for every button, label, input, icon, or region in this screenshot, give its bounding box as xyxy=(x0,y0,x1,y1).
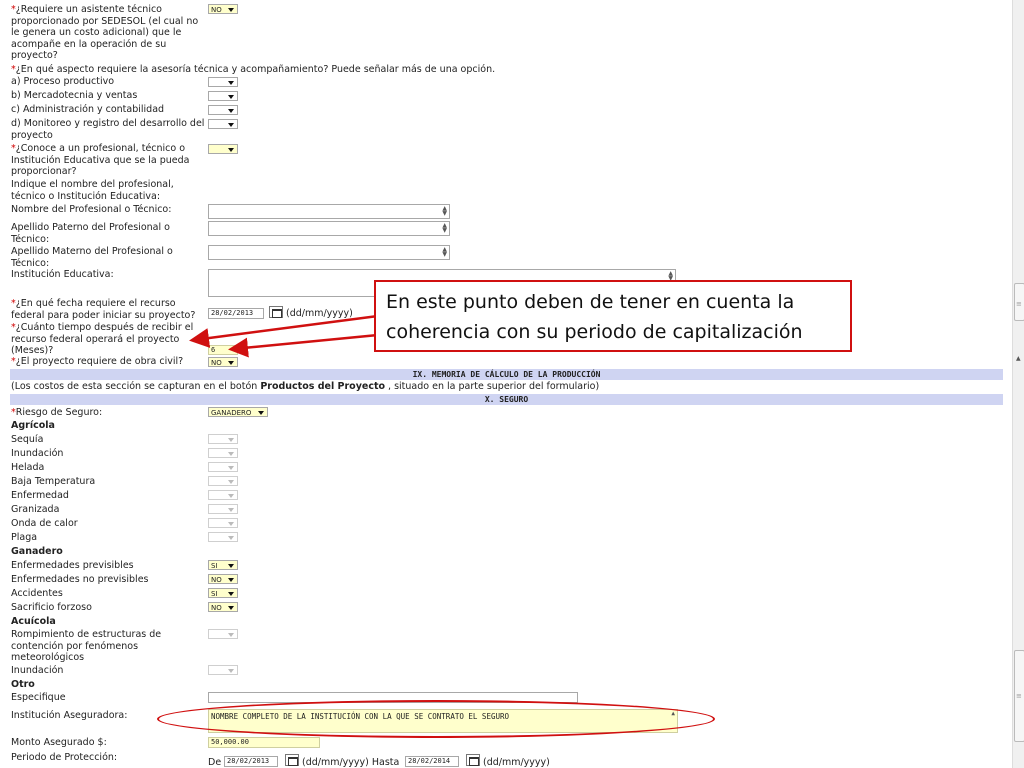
scroll-up-icon[interactable]: ▲ xyxy=(1016,355,1021,362)
apellido-mat-input[interactable]: ▲ ▼ xyxy=(208,245,450,260)
agricola-item-select[interactable] xyxy=(208,518,238,528)
periodo-hasta-input[interactable]: 28/02/2014 xyxy=(405,756,459,767)
q-asistente-label: *¿Requiere un asistente técnico proporci… xyxy=(11,4,199,61)
monto-label: Monto Asegurado $: xyxy=(11,737,107,748)
seguro-section-header: X. SEGURO xyxy=(10,394,1003,405)
ganadero-heading: Ganadero xyxy=(11,546,63,557)
q-fecha-label: *¿En qué fecha requiere el recurso feder… xyxy=(11,298,196,321)
agricola-item-select[interactable] xyxy=(208,490,238,500)
opt-b-label: b) Mercadotecnia y ventas xyxy=(11,90,138,101)
annotation-callout: En este punto deben de tener en cuenta l… xyxy=(374,280,852,352)
institucion-edu-label: Institución Educativa: xyxy=(11,269,114,280)
arrow-to-input xyxy=(228,333,379,358)
monto-input[interactable]: 50,000.00 xyxy=(208,737,320,748)
nombre-prof-input[interactable]: ▲ ▼ xyxy=(208,204,450,219)
agricola-heading: Agrícola xyxy=(11,420,55,431)
calendar-icon[interactable] xyxy=(269,306,283,318)
agricola-item-select[interactable] xyxy=(208,434,238,444)
memoria-note: (Los costos de esta sección se capturan … xyxy=(11,381,600,392)
arrow-to-question xyxy=(189,314,379,348)
apellido-pat-label: Apellido Paterno del Profesional o Técni… xyxy=(11,222,170,245)
opt-b-select[interactable] xyxy=(208,91,238,101)
agricola-item-select[interactable] xyxy=(208,532,238,542)
agricola-item-label: Granizada xyxy=(11,504,60,515)
spinner-icon: ▲ ▼ xyxy=(442,222,447,234)
q-tiempo-label: *¿Cuánto tiempo después de recibir el re… xyxy=(11,322,194,355)
agricola-item-label: Sequía xyxy=(11,434,44,445)
opt-a-select[interactable] xyxy=(208,77,238,87)
agricola-item-label: Onda de calor xyxy=(11,518,78,529)
asistente-select[interactable]: NO xyxy=(208,4,238,14)
periodo-de-input[interactable]: 28/02/2013 xyxy=(224,756,278,767)
nombre-prof-label: Nombre del Profesional o Técnico: xyxy=(11,204,172,215)
riesgo-select[interactable]: GANADERO xyxy=(208,407,268,417)
acuicola-heading: Acuícola xyxy=(11,616,56,627)
tiempo-input[interactable]: 6 xyxy=(208,345,238,355)
annotation-oval xyxy=(157,700,715,738)
aseguradora-label: Institución Aseguradora: xyxy=(11,710,128,721)
ganadero-item-select[interactable]: NO xyxy=(208,574,238,584)
acuicola-item-select[interactable] xyxy=(208,629,238,639)
especifique-label: Especifique xyxy=(11,692,66,703)
agricola-item-label: Enfermedad xyxy=(11,490,69,501)
agricola-item-select[interactable] xyxy=(208,448,238,458)
opt-d-label: d) Monitoreo y registro del desarrollo d… xyxy=(11,118,205,141)
ganadero-item-select[interactable]: SI xyxy=(208,560,238,570)
q-obra-label: *¿El proyecto requiere de obra civil? xyxy=(11,356,184,367)
hasta-hint: (dd/mm/yyyy) xyxy=(483,757,550,768)
calendar-icon[interactable] xyxy=(285,754,299,766)
ganadero-item-label: Accidentes xyxy=(11,588,63,599)
scrollbar-thumb[interactable] xyxy=(1014,650,1024,742)
acuicola-item-select[interactable] xyxy=(208,665,238,675)
vertical-scrollbar[interactable]: ▲ xyxy=(1012,0,1024,768)
opt-c-label: c) Administración y contabilidad xyxy=(11,104,165,115)
form-page: *¿Requiere un asistente técnico proporci… xyxy=(0,0,1010,768)
obra-select[interactable]: NO xyxy=(208,357,238,367)
ganadero-item-label: Enfermedades previsibles xyxy=(11,560,134,571)
scrollbar-thumb[interactable] xyxy=(1014,283,1024,321)
conoce-select[interactable] xyxy=(208,144,238,154)
agricola-item-label: Helada xyxy=(11,462,45,473)
ganadero-item-label: Sacrificio forzoso xyxy=(11,602,92,613)
q-conoce-label: *¿Conoce a un profesional, técnico o Ins… xyxy=(11,143,190,177)
hasta-label: (dd/mm/yyyy) Hasta xyxy=(302,757,400,768)
opt-a-label: a) Proceso productivo xyxy=(11,76,115,87)
fecha-hint: (dd/mm/yyyy) xyxy=(286,308,353,319)
periodo-label: Periodo de Protección: xyxy=(11,752,118,763)
fecha-input[interactable]: 28/02/2013 xyxy=(208,308,264,319)
spinner-icon: ▲ ▼ xyxy=(442,246,447,258)
acuicola-item-label: Inundación xyxy=(11,665,64,676)
agricola-item-select[interactable] xyxy=(208,462,238,472)
agricola-item-select[interactable] xyxy=(208,476,238,486)
agricola-item-label: Plaga xyxy=(11,532,38,543)
apellido-pat-input[interactable]: ▲ ▼ xyxy=(208,221,450,236)
ganadero-item-label: Enfermedades no previsibles xyxy=(11,574,149,585)
indique-label: Indique el nombre del profesional, técni… xyxy=(11,179,174,202)
acuicola-item-label: Rompimiento de estructuras de contención… xyxy=(11,629,162,663)
ganadero-item-select[interactable]: NO xyxy=(208,602,238,612)
memoria-section-header: IX. MEMORIA DE CÁLCULO DE LA PRODUCCIÓN xyxy=(10,369,1003,380)
de-label: De xyxy=(208,757,222,768)
opt-c-select[interactable] xyxy=(208,105,238,115)
apellido-mat-label: Apellido Materno del Profesional o Técni… xyxy=(11,246,173,269)
ganadero-item-select[interactable]: SI xyxy=(208,588,238,598)
agricola-item-label: Baja Temperatura xyxy=(11,476,96,487)
opt-d-select[interactable] xyxy=(208,119,238,129)
otro-heading: Otro xyxy=(11,679,35,690)
spinner-icon: ▲ ▼ xyxy=(442,205,447,217)
agricola-item-select[interactable] xyxy=(208,504,238,514)
riesgo-label: *Riesgo de Seguro: xyxy=(11,407,103,418)
q-aspecto-label: *¿En qué aspecto requiere la asesoría té… xyxy=(11,64,496,75)
calendar-icon[interactable] xyxy=(466,754,480,766)
agricola-item-label: Inundación xyxy=(11,448,64,459)
